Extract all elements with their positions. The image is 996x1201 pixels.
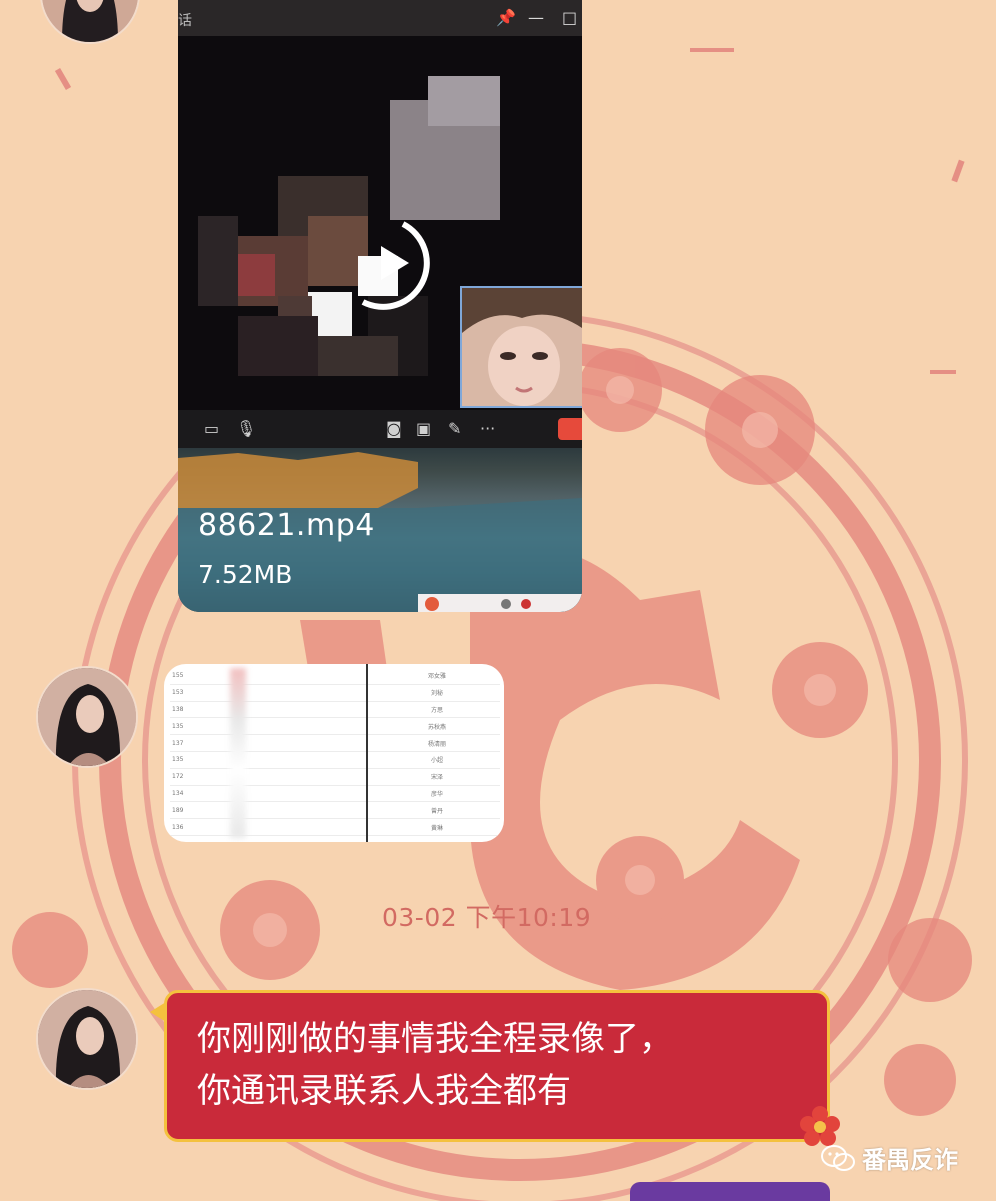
sender-avatar[interactable] [36, 666, 138, 768]
contact-name-cell: 曾丹 [374, 801, 500, 820]
phone-cell: 136 [170, 818, 324, 836]
pip-video-preview [460, 286, 582, 408]
contact-name-cell: 杨清丽 [374, 734, 500, 752]
watermark: 番禺反诈 [820, 1140, 958, 1175]
contact-name-cell: 黄琳 [374, 818, 500, 836]
table-row: 153 刘秘 [170, 684, 500, 702]
video-file-size: 7.52MB [198, 560, 293, 589]
table-row: 138 方思 [170, 701, 500, 719]
phone-cell: 135 [170, 717, 324, 736]
table-row: 135 小超 [170, 751, 500, 769]
table-row: 172 宋泽 [170, 768, 500, 786]
watermark-text: 番禺反诈 [862, 1146, 958, 1174]
phone-cell: 137 [170, 734, 324, 752]
video-file-name: 88621.mp4 [198, 508, 375, 543]
message-line-2: 你通讯录联系人我全都有 [197, 1071, 571, 1111]
contact-name-cell: 邓女雅 [374, 668, 500, 685]
contact-name-cell: 刘秘 [374, 684, 500, 702]
sogou-sticker-icon [418, 594, 582, 612]
hang-up-button[interactable] [558, 418, 582, 440]
phone-cell: 138 [170, 701, 324, 719]
phone-cell: 155 [170, 668, 324, 685]
more-icon[interactable]: ··· [480, 419, 495, 438]
maximize-icon[interactable]: □ [562, 8, 577, 27]
video-call-toolbar: ▭ 🎙 ◙ ▣ ✎ ··· [178, 410, 582, 448]
screen-share-icon[interactable]: ▣ [416, 419, 431, 438]
contact-name-cell: 苏秋燕 [374, 717, 500, 736]
contacts-list-image[interactable]: 155 邓女雅 153 刘秘 138 方思 135 苏秋燕 137 杨清丽 135 小超 1… [164, 664, 504, 842]
phone-cell: 172 [170, 768, 324, 786]
message-timestamp: 03-02 下午10:19 [382, 903, 592, 932]
table-row: 137 杨清丽 [170, 734, 500, 752]
phone-cell: 189 [170, 801, 324, 820]
contact-name-cell: 彦华 [374, 785, 500, 803]
table-row: 134 彦华 [170, 785, 500, 803]
blurred-numbers [230, 668, 246, 838]
phone-cell: 134 [170, 785, 324, 803]
video-message-card[interactable]: 话 📌 — □ ▭ 🎙 ◙ ▣ ✎ ··· 88621.mp4 7.52MB [178, 0, 582, 612]
text-message-bubble[interactable]: 你刚刚做的事情我全程录像了， 你通讯录联系人我全都有 [164, 990, 830, 1142]
edit-icon[interactable]: ✎ [448, 419, 461, 438]
play-icon[interactable] [343, 216, 437, 310]
table-row: 189 曾丹 [170, 801, 500, 820]
column-divider [366, 664, 368, 842]
contact-name-cell: 小超 [374, 751, 500, 769]
window-title: 话 [178, 13, 192, 29]
wechat-icon [821, 1144, 855, 1171]
contact-name-cell: 宋泽 [374, 768, 500, 786]
minimize-icon[interactable]: — [528, 8, 544, 27]
phone-cell: 153 [170, 684, 324, 702]
contact-name-cell: 方思 [374, 701, 500, 719]
chat-icon[interactable]: ▭ [204, 419, 219, 438]
contacts-table: 155 邓女雅 153 刘秘 138 方思 135 苏秋燕 137 杨清丽 135 小超 1… [170, 668, 500, 836]
table-row: 136 黄琳 [170, 818, 500, 836]
next-message-edge [630, 1182, 830, 1201]
mic-muted-icon[interactable]: 🎙 [236, 419, 256, 438]
message-line-1: 你刚刚做的事情我全程录像了， [197, 1019, 673, 1059]
pin-icon[interactable]: 📌 [496, 8, 516, 27]
video-thumbnail [178, 36, 582, 410]
table-row: 135 苏秋燕 [170, 717, 500, 736]
camera-icon[interactable]: ◙ [386, 419, 402, 438]
phone-cell: 135 [170, 751, 324, 769]
video-window-titlebar: 话 📌 — □ [178, 0, 582, 36]
message-text: 你刚刚做的事情我全程录像了， 你通讯录联系人我全都有 [197, 1013, 797, 1117]
table-row: 155 邓女雅 [170, 668, 500, 685]
sender-avatar[interactable] [36, 988, 138, 1090]
